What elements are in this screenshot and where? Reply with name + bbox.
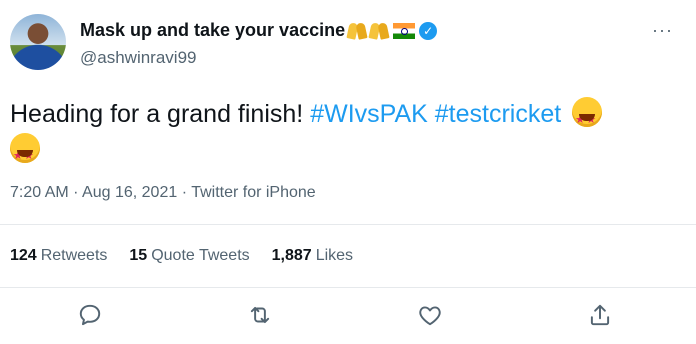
meta-separator: · <box>181 184 188 201</box>
tweet-source[interactable]: Twitter for iPhone <box>191 184 316 201</box>
tweet-body-text: Heading for a grand finish! <box>10 100 311 128</box>
quotes-label: Quote Tweets <box>151 247 250 264</box>
hashtag-testcricket[interactable]: #testcricket <box>435 100 561 128</box>
tweet-card: Mask up and take your vaccine ✓ @ashwinr… <box>0 0 696 344</box>
retweets-count: 124 <box>10 247 37 264</box>
meta-separator: · <box>73 184 79 201</box>
display-name[interactable]: Mask up and take your vaccine <box>80 20 345 41</box>
share-icon <box>590 304 610 326</box>
like-icon <box>419 306 441 326</box>
likes-count: 1,887 <box>271 247 312 264</box>
likes-label: Likes <box>315 247 354 264</box>
share-button[interactable] <box>587 302 613 328</box>
tweet-meta: 7:20 AM · Aug 16, 2021 · Twitter for iPh… <box>10 184 316 202</box>
user-name-row[interactable]: Mask up and take your vaccine ✓ <box>80 20 438 41</box>
divider <box>0 287 696 288</box>
more-options-button[interactable]: ··· <box>652 20 673 41</box>
star-struck-emoji <box>10 133 40 174</box>
divider <box>0 224 696 225</box>
india-flag-emoji <box>393 22 416 39</box>
star-struck-emoji <box>572 97 603 138</box>
verified-badge-icon: ✓ <box>419 21 438 40</box>
tweet-stats: 124 Retweets 15 Quote Tweets 1,887 Likes <box>10 247 353 265</box>
reply-button[interactable] <box>77 302 103 328</box>
retweets-stat[interactable]: 124 Retweets <box>10 247 107 265</box>
retweets-label: Retweets <box>40 247 108 264</box>
tweet-time[interactable]: 7:20 AM <box>10 184 69 201</box>
tweet-date[interactable]: Aug 16, 2021 <box>82 184 177 201</box>
hashtag-wivspak[interactable]: #WIvsPAK <box>310 100 428 128</box>
folded-hands-emoji <box>347 21 367 41</box>
retweet-icon <box>250 306 270 324</box>
tweet-text: Heading for a grand finish! #WIvsPAK #te… <box>10 96 680 174</box>
user-handle[interactable]: @ashwinravi99 <box>80 48 196 68</box>
tweet-actions <box>0 302 696 332</box>
like-button[interactable] <box>417 302 443 328</box>
folded-hands-emoji <box>369 21 389 41</box>
retweet-button[interactable] <box>247 302 273 328</box>
likes-stat[interactable]: 1,887 Likes <box>272 247 353 265</box>
avatar[interactable] <box>10 14 66 70</box>
reply-icon <box>79 304 101 326</box>
quote-tweets-stat[interactable]: 15 Quote Tweets <box>129 247 249 265</box>
quotes-count: 15 <box>129 247 148 264</box>
